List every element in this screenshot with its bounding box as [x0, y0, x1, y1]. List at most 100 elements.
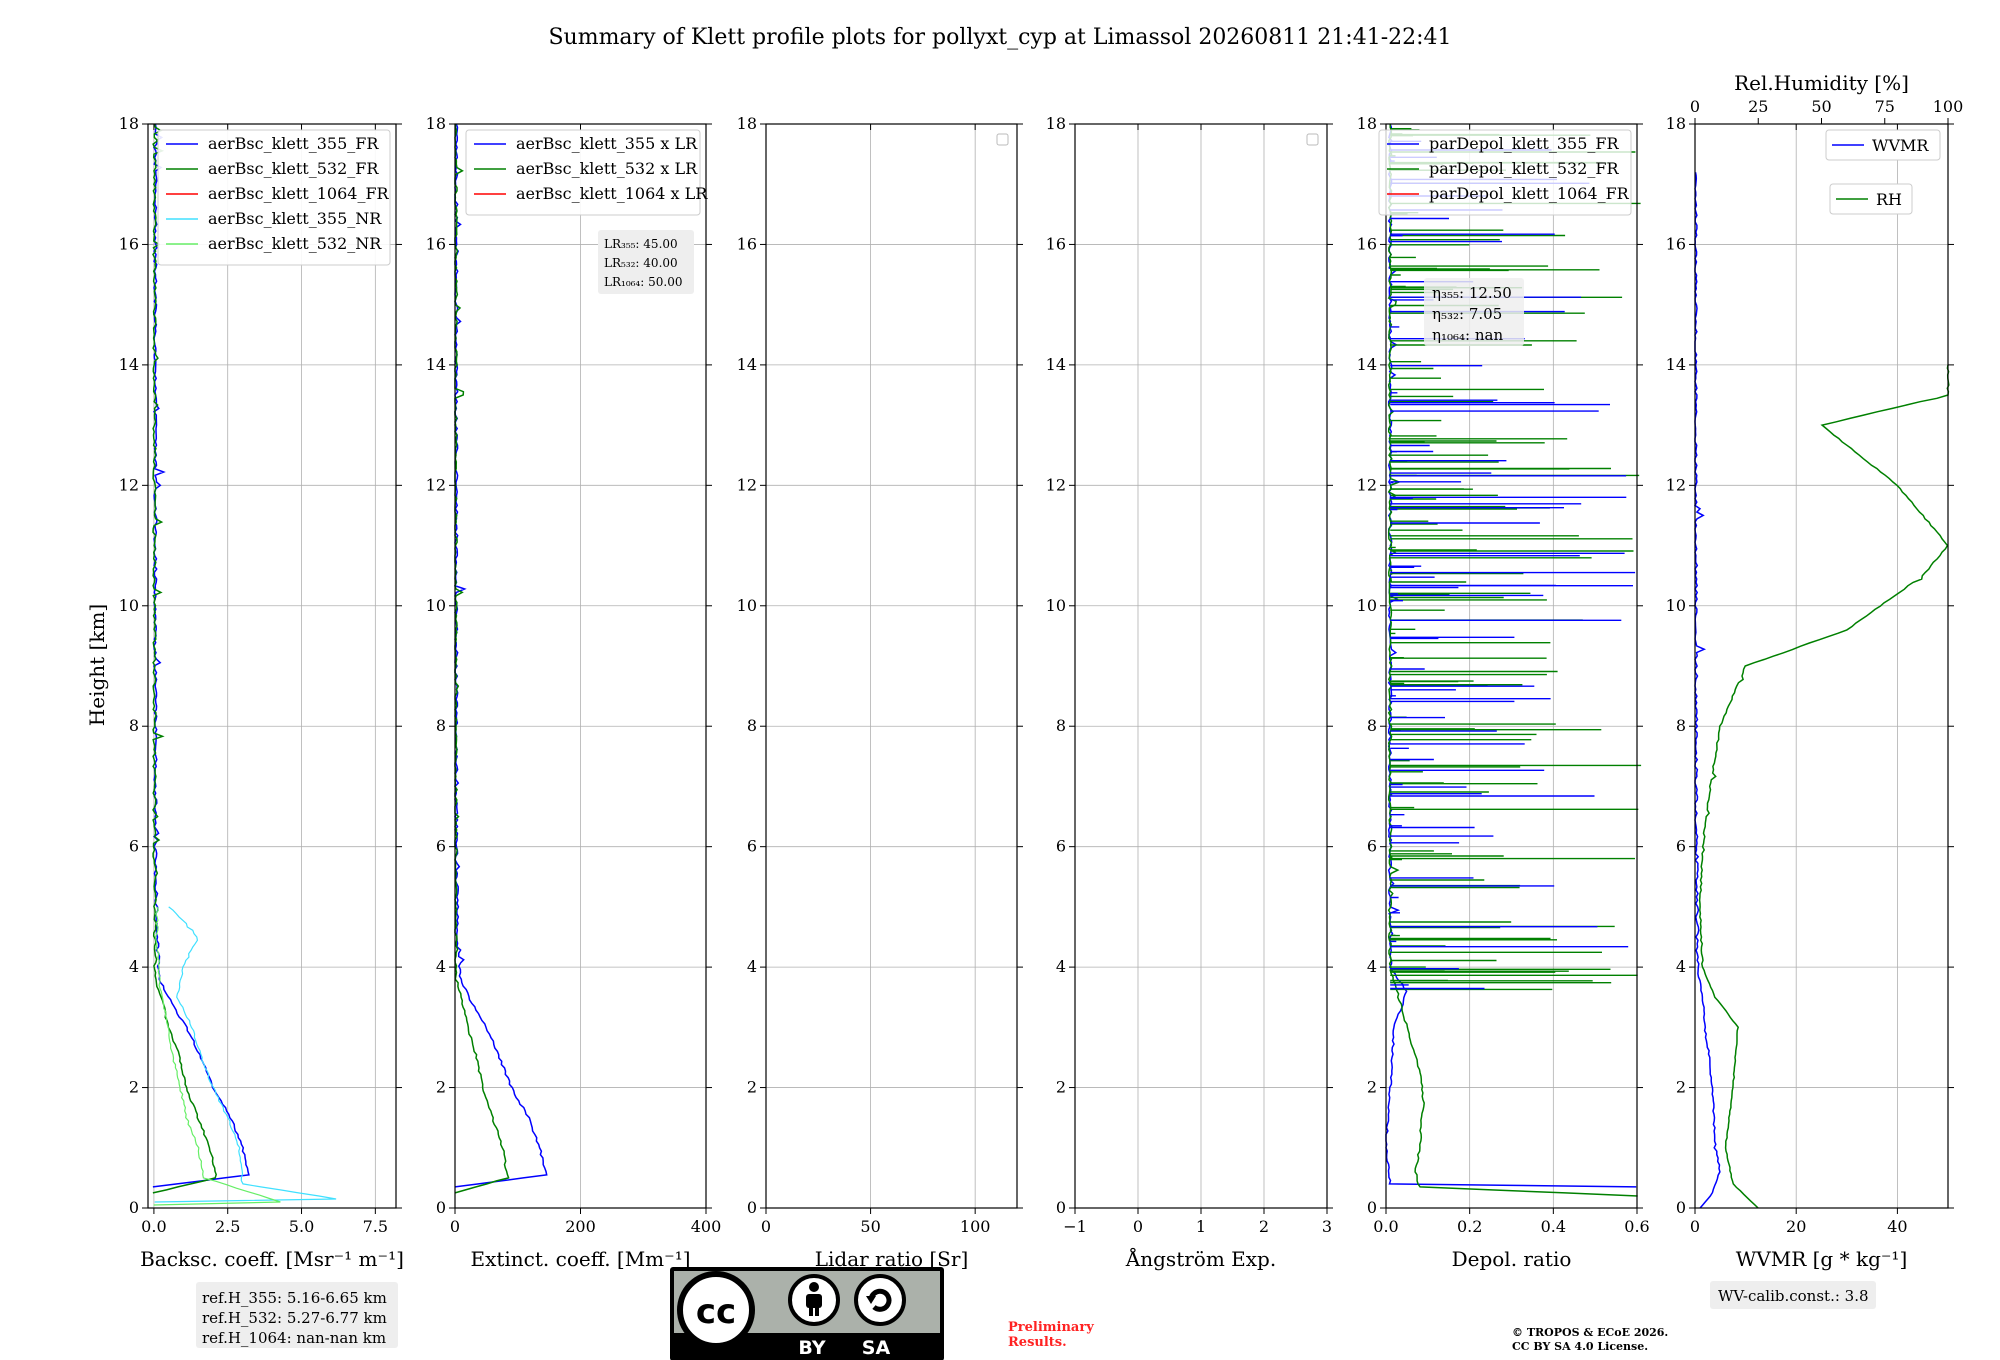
x-axis-label: Depol. ratio: [1452, 1247, 1572, 1271]
legend-label: aerBsc_klett_355 x LR: [516, 134, 698, 153]
y-tick-label: 14: [1666, 355, 1686, 374]
top-x-tick-label: 100: [1933, 97, 1964, 116]
panels: 0246810121416180.0 2.5 5.0 7.5Backsc. coeff…: [119, 71, 1964, 1271]
x-tick-label: 0.0: [141, 1217, 166, 1236]
preliminary-label-2: Results.: [1008, 1335, 1067, 1350]
by-person-icon: [788, 1274, 840, 1326]
series-line: [1694, 172, 1721, 1209]
series-line: [152, 123, 217, 1194]
wv-calib-const: WV-calib.const.: 3.8: [1718, 1287, 1869, 1305]
y-tick-label: 6: [129, 837, 139, 856]
x-tick-label: 7.5: [363, 1217, 388, 1236]
top-x-axis-label: Rel.Humidity [%]: [1734, 71, 1909, 95]
legend-label: parDepol_klett_1064_FR: [1429, 184, 1630, 203]
y-tick-label: 12: [737, 475, 757, 494]
x-tick-label: 2.5: [215, 1217, 240, 1236]
x-tick-label: 200: [565, 1217, 596, 1236]
preliminary-label-1: Preliminary: [1008, 1320, 1094, 1335]
y-tick-label: 8: [1056, 716, 1066, 735]
y-tick-label: 0: [1676, 1198, 1686, 1217]
top-x-tick-label: 50: [1811, 97, 1831, 116]
x-tick-label: 0: [450, 1217, 460, 1236]
cc-by-label: BY: [798, 1337, 825, 1359]
x-axis-label: WVMR [g * kg⁻¹]: [1736, 1247, 1908, 1271]
y-tick-label: 6: [1056, 837, 1066, 856]
lr-355: LR₃₅₅: 45.00: [604, 237, 678, 251]
top-x-tick-label: 25: [1748, 97, 1768, 116]
y-tick-label: 16: [426, 234, 446, 253]
y-tick-label: 12: [119, 475, 139, 494]
y-tick-label: 10: [119, 596, 139, 615]
figure-title: Summary of Klett profile plots for polly…: [548, 25, 1451, 50]
y-tick-label: 16: [737, 234, 757, 253]
top-x-tick-label: 0: [1690, 97, 1700, 116]
ref-height-box: ref.H_355: 5.16-6.65 km ref.H_532: 5.27-…: [196, 1282, 398, 1348]
y-tick-label: 2: [1367, 1078, 1377, 1097]
y-tick-label: 18: [1357, 114, 1377, 133]
x-tick-label: 5.0: [289, 1217, 314, 1236]
cc-license-badge: cc BY SA: [670, 1267, 944, 1360]
y-tick-label: 18: [426, 114, 446, 133]
series-line: [1698, 364, 1950, 1209]
y-tick-label: 8: [129, 716, 139, 735]
y-tick-label: 14: [119, 355, 139, 374]
x-tick-label: 1: [1196, 1217, 1206, 1236]
x-tick-label: 0.2: [1457, 1217, 1482, 1236]
y-tick-label: 12: [1046, 475, 1066, 494]
y-tick-label: 4: [1676, 957, 1686, 976]
y-tick-label: 8: [1367, 716, 1377, 735]
ref-height-532: ref.H_532: 5.27-6.77 km: [202, 1309, 387, 1327]
series-line: [454, 123, 510, 1194]
y-tick-label: 8: [747, 716, 757, 735]
legend-label: parDepol_klett_355_FR: [1429, 134, 1620, 153]
y-tick-label: 12: [426, 475, 446, 494]
legend-label: aerBsc_klett_532_FR: [208, 159, 379, 178]
x-tick-label: 20: [1786, 1217, 1806, 1236]
series-line: [153, 906, 281, 1206]
y-tick-label: 14: [1357, 355, 1377, 374]
x-tick-label: 40: [1887, 1217, 1907, 1236]
klett-summary-figure: Summary of Klett profile plots for polly…: [85, 25, 1964, 1360]
top-x-tick-label: 75: [1875, 97, 1895, 116]
y-tick-label: 6: [1676, 837, 1686, 856]
x-tick-label: 0.4: [1541, 1217, 1566, 1236]
ref-height-355: ref.H_355: 5.16-6.65 km: [202, 1289, 387, 1307]
y-tick-label: 2: [436, 1078, 446, 1097]
y-tick-label: 18: [737, 114, 757, 133]
x-axis-label: Ångström Exp.: [1125, 1246, 1276, 1271]
series-line: [152, 123, 250, 1188]
eta-1064: η₁₀₆₄: nan: [1432, 326, 1503, 344]
y-tick-label: 4: [436, 957, 446, 976]
x-tick-label: 2: [1259, 1217, 1269, 1236]
y-tick-label: 16: [1666, 234, 1686, 253]
panel-lidar-ratio: 0246810121416180 50 100Lidar ratio [Sr]: [737, 114, 1023, 1271]
x-tick-label: 50: [860, 1217, 880, 1236]
y-tick-label: 14: [737, 355, 757, 374]
x-tick-label: 100: [960, 1217, 991, 1236]
x-tick-label: 0.0: [1373, 1217, 1398, 1236]
sa-share-icon: [854, 1274, 906, 1326]
y-tick-label: 2: [747, 1078, 757, 1097]
y-tick-label: 0: [747, 1198, 757, 1217]
axes-frame: [147, 123, 397, 1209]
green-spikes: [1390, 127, 1642, 991]
legend-label: aerBsc_klett_1064_FR: [208, 184, 390, 203]
x-tick-label: 3: [1322, 1217, 1332, 1236]
y-tick-label: 0: [1367, 1198, 1377, 1217]
y-tick-label: 10: [737, 596, 757, 615]
x-tick-label: 0: [761, 1217, 771, 1236]
y-tick-label: 8: [436, 716, 446, 735]
y-tick-label: 0: [129, 1198, 139, 1217]
y-tick-label: 8: [1676, 716, 1686, 735]
y-axis-label: Height [km]: [85, 604, 109, 726]
y-tick-label: 2: [1676, 1078, 1686, 1097]
y-tick-label: 6: [1367, 837, 1377, 856]
legend-label: aerBsc_klett_1064 x LR: [516, 184, 708, 203]
lr-532: LR₅₃₂: 40.00: [604, 256, 678, 270]
legend-label: parDepol_klett_532_FR: [1429, 159, 1620, 178]
panel-wvmr: 0246810121416180 20 40WVMR [g * kg⁻¹]0 25 50…: [1666, 71, 1964, 1271]
eta-532: η₅₃₂: 7.05: [1432, 305, 1502, 323]
empty-legend-box: [996, 133, 1009, 146]
legend-label: RH: [1876, 190, 1902, 209]
y-tick-label: 4: [1056, 957, 1066, 976]
